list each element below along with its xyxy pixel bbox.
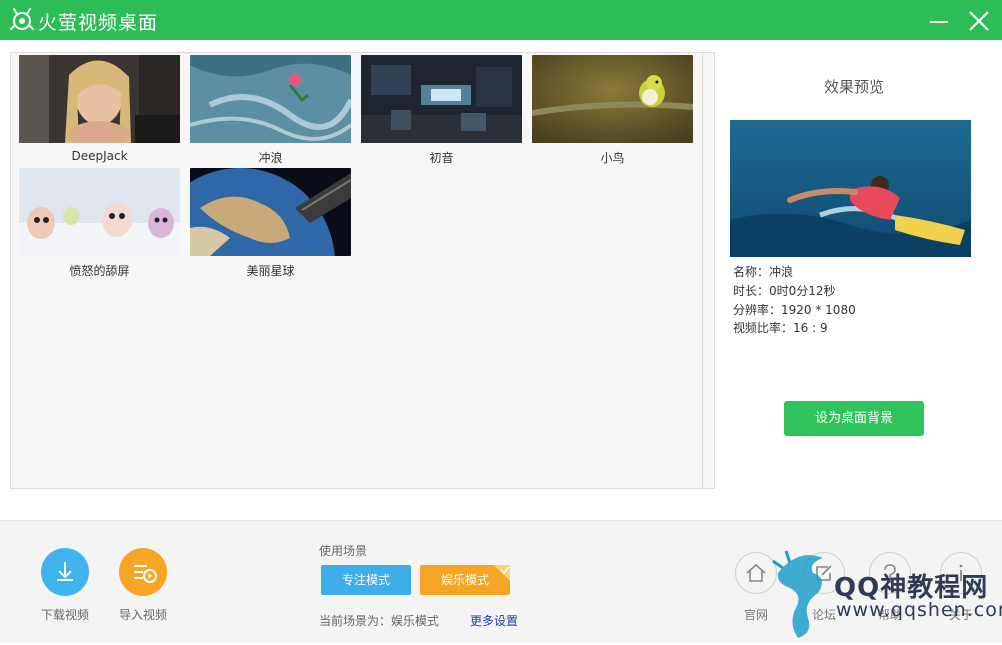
home-label: 官网	[743, 608, 768, 622]
fun-mode-button[interactable]: 娱乐模式	[420, 565, 510, 595]
info-icon	[959, 564, 963, 581]
bottom-bar: 下载视频 导入视频 使用场景 专注模式 娱乐模式 当前场景为：娱乐模式 更多设置…	[0, 520, 1002, 643]
fun-mode-label: 娱乐模式	[440, 573, 489, 587]
video-item-label: 冲浪	[258, 151, 283, 165]
download-video-label: 下载视频	[40, 608, 89, 622]
import-video-button[interactable]	[119, 548, 167, 596]
help-button[interactable]	[869, 552, 911, 594]
video-item-bird[interactable]: 小鸟	[532, 55, 694, 165]
download-icon	[57, 562, 73, 581]
forum-label: 论坛	[811, 608, 836, 622]
video-thumbnail	[532, 55, 693, 143]
scrollbar-track[interactable]	[702, 53, 703, 488]
forum-button[interactable]	[803, 552, 845, 594]
set-wallpaper-button[interactable]: 设为桌面背景	[784, 401, 924, 436]
video-item-label: 愤怒的舔屏	[69, 264, 130, 278]
scene-label: 使用场景	[319, 544, 368, 558]
download-video-button[interactable]	[41, 548, 89, 596]
video-thumbnail	[361, 55, 522, 143]
firefly-logo-icon	[10, 8, 34, 30]
video-item-label: 小鸟	[600, 151, 625, 165]
video-grid: DeepJack 冲浪 初音 小鸟 愤怒的舔屏 美丽星球	[10, 52, 715, 489]
close-button[interactable]	[966, 8, 992, 34]
video-thumbnail	[19, 55, 180, 143]
video-item-label: 美丽星球	[246, 264, 295, 278]
video-item-label: 初音	[429, 151, 454, 165]
video-item-deepjack[interactable]: DeepJack	[19, 55, 181, 165]
current-scene-text: 当前场景为：娱乐模式	[319, 614, 440, 628]
video-thumbnail	[190, 168, 351, 256]
import-video-icon	[134, 565, 157, 583]
more-settings-link[interactable]: 更多设置	[470, 612, 518, 629]
video-thumbnail	[190, 55, 351, 143]
help-label: 帮助	[877, 608, 902, 622]
about-button[interactable]	[940, 552, 982, 594]
home-button[interactable]	[735, 552, 777, 594]
import-video-label: 导入视频	[118, 608, 167, 622]
preview-duration: 时长：0时0分12秒	[733, 284, 836, 298]
preview-ratio: 视频比率：16 : 9	[733, 321, 828, 335]
video-item-hatsune[interactable]: 初音	[361, 55, 523, 165]
preview-resolution: 分辨率：1920 * 1080	[733, 303, 856, 317]
checkmark-icon	[494, 565, 510, 581]
preview-image	[730, 120, 971, 257]
video-item-planet[interactable]: 美丽星球	[190, 168, 352, 278]
edit-icon	[816, 565, 832, 581]
app-title: 火萤视频桌面	[38, 12, 159, 34]
help-icon	[884, 564, 896, 584]
video-item-angry-birds[interactable]: 愤怒的舔屏	[19, 168, 181, 278]
preview-name: 名称：冲浪	[733, 265, 794, 279]
video-item-surfing[interactable]: 冲浪	[190, 55, 352, 165]
focus-mode-button[interactable]: 专注模式	[321, 565, 411, 595]
title-bar: 火萤视频桌面	[0, 0, 1002, 40]
home-icon	[746, 563, 766, 582]
video-item-label: DeepJack	[71, 149, 128, 163]
main-content: DeepJack 冲浪 初音 小鸟 愤怒的舔屏 美丽星球 效果预览 名称：冲浪 …	[0, 40, 1002, 520]
about-label: 关于	[948, 608, 973, 622]
minimize-button[interactable]	[926, 8, 952, 34]
preview-title: 效果预览	[823, 78, 884, 96]
video-thumbnail	[19, 168, 180, 256]
